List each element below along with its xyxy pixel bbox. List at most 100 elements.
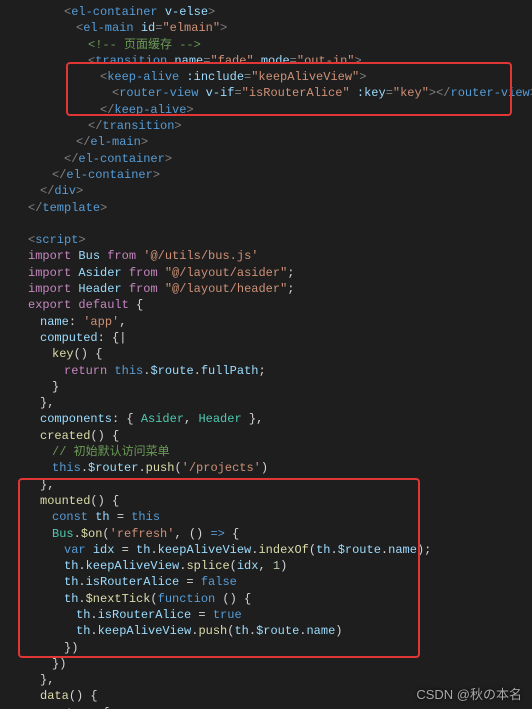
token [86, 543, 93, 557]
code-line[interactable]: <el-main id="elmain"> [28, 20, 532, 36]
code-line[interactable]: </keep-alive> [28, 102, 532, 118]
code-line[interactable]: // 初始默认访问菜单 [28, 444, 532, 460]
code-line[interactable]: import Bus from '@/utils/bus.js' [28, 248, 532, 264]
token: $route [256, 624, 299, 638]
code-line[interactable]: import Header from "@/layout/header"; [28, 281, 532, 297]
token: . [249, 624, 256, 638]
token: </ [40, 184, 54, 198]
code-line[interactable]: }) [28, 640, 532, 656]
code-line[interactable]: <el-container v-else> [28, 4, 532, 20]
token: > [153, 168, 160, 182]
token: template [42, 201, 100, 215]
code-line[interactable]: components: { Asider, Header }, [28, 411, 532, 427]
token: keepAliveView [86, 559, 180, 573]
code-line[interactable]: var idx = th.keepAliveView.indexOf(th.$r… [28, 542, 532, 558]
code-line[interactable]: <router-view v-if="isRouterAlice" :key="… [28, 85, 532, 101]
token: , [119, 315, 126, 329]
token: name [174, 54, 203, 68]
code-line[interactable]: return { [28, 705, 532, 709]
token: . [331, 543, 338, 557]
token [158, 266, 165, 280]
code-line[interactable]: th.$nextTick(function () { [28, 591, 532, 607]
code-line[interactable]: Bus.$on('refresh', () => { [28, 526, 532, 542]
token: this [52, 461, 81, 475]
token: import [28, 249, 71, 263]
code-line[interactable]: </el-main> [28, 134, 532, 150]
code-line[interactable]: this.$router.push('/projects') [28, 460, 532, 476]
token: idx [93, 543, 115, 557]
code-line[interactable]: th.isRouterAlice = false [28, 574, 532, 590]
code-line[interactable]: </div> [28, 183, 532, 199]
token: , () [174, 527, 210, 541]
code-line[interactable]: return this.$route.fullPath; [28, 363, 532, 379]
code-line[interactable]: </el-container> [28, 151, 532, 167]
token: . [90, 624, 97, 638]
token: el-container [71, 5, 157, 19]
code-line[interactable]: <!-- 页面缓存 --> [28, 37, 532, 53]
code-line[interactable]: <keep-alive :include="keepAliveView"> [28, 69, 532, 85]
token: }) [64, 641, 78, 655]
code-area[interactable]: <el-container v-else><el-main id="elmain… [24, 0, 532, 709]
token: Bus [78, 249, 100, 263]
code-line[interactable]: th.keepAliveView.push(th.$route.name) [28, 623, 532, 639]
token: el-main [90, 135, 140, 149]
token: id [141, 21, 155, 35]
code-line[interactable]: th.isRouterAlice = true [28, 607, 532, 623]
code-line[interactable]: <script> [28, 232, 532, 248]
token: > [76, 184, 83, 198]
token: . [150, 543, 157, 557]
token: 'app' [83, 315, 119, 329]
token [122, 266, 129, 280]
code-line[interactable]: const th = this [28, 509, 532, 525]
token: () { [74, 347, 103, 361]
token: Header [198, 412, 241, 426]
code-line[interactable]: mounted() { [28, 493, 532, 509]
code-line[interactable] [28, 216, 532, 232]
code-line[interactable]: }, [28, 477, 532, 493]
code-line[interactable]: <transition name="fade" mode="out-in"> [28, 53, 532, 69]
token: this [114, 364, 143, 378]
token: push [146, 461, 175, 475]
code-line[interactable]: }, [28, 395, 532, 411]
token: > [220, 21, 227, 35]
code-line[interactable]: key() { [28, 346, 532, 362]
code-line[interactable]: </template> [28, 200, 532, 216]
token: </ [64, 152, 78, 166]
token: function [158, 592, 216, 606]
token: ; [287, 266, 294, 280]
token: . [90, 608, 97, 622]
code-editor[interactable]: <el-container v-else><el-main id="elmain… [0, 0, 532, 709]
token: = [179, 575, 201, 589]
token: 1 [273, 559, 280, 573]
code-line[interactable]: </transition> [28, 118, 532, 134]
token: from [129, 282, 158, 296]
code-line[interactable]: name: 'app', [28, 314, 532, 330]
token: el-container [66, 168, 152, 182]
code-line[interactable]: </el-container> [28, 167, 532, 183]
code-line[interactable]: created() { [28, 428, 532, 444]
token: th [76, 624, 90, 638]
token: ; [258, 364, 265, 378]
token: const [52, 510, 88, 524]
token: ); [417, 543, 431, 557]
token: > [174, 119, 181, 133]
token: "@/layout/asider" [165, 266, 287, 280]
token: v-if [206, 86, 235, 100]
token: () { [215, 592, 251, 606]
token: . [74, 527, 81, 541]
code-line[interactable]: th.keepAliveView.splice(idx, 1) [28, 558, 532, 574]
code-line[interactable]: } [28, 379, 532, 395]
token: el-container [78, 152, 164, 166]
code-line[interactable]: }) [28, 656, 532, 672]
code-line[interactable]: computed: {| [28, 330, 532, 346]
token: components [40, 412, 112, 426]
token: . [78, 575, 85, 589]
token: . [81, 461, 88, 475]
token: <!-- 页面缓存 --> [88, 38, 201, 52]
code-line[interactable]: export default { [28, 297, 532, 313]
token: => [210, 527, 224, 541]
token: ( [150, 592, 157, 606]
code-line[interactable]: import Asider from "@/layout/asider"; [28, 265, 532, 281]
token: ) [335, 624, 342, 638]
token: ( [309, 543, 316, 557]
